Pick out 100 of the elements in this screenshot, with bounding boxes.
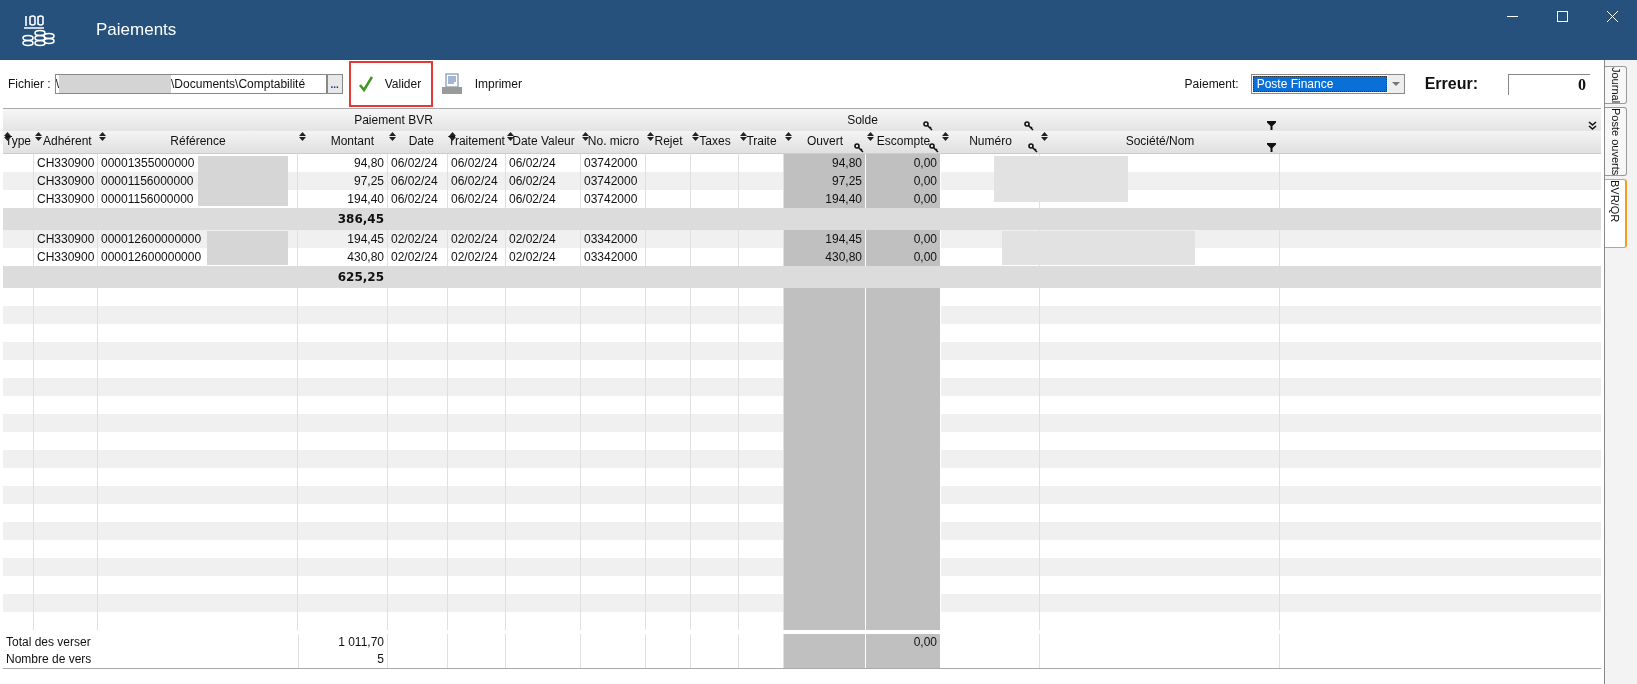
- printer-icon: [440, 73, 463, 95]
- key-icon: [929, 143, 939, 153]
- table-cell: 97,25: [784, 172, 866, 190]
- table-cell: 06/02/24: [451, 174, 498, 188]
- file-label: Fichier :: [8, 76, 51, 93]
- table-cell: 0,00: [866, 230, 941, 248]
- validate-button[interactable]: Valider: [348, 61, 433, 107]
- table-cell: 0,00: [866, 172, 941, 190]
- double-chevron-icon[interactable]: [1588, 121, 1597, 131]
- key-icon: [923, 121, 933, 131]
- table-cell: 000012600000000: [101, 250, 202, 264]
- table-cell: 0,00: [866, 248, 941, 266]
- filter-icon[interactable]: [1267, 121, 1276, 130]
- table-cell: CH330900: [37, 156, 95, 170]
- column-header[interactable]: Date: [388, 131, 448, 153]
- table-cell: 0,00: [866, 154, 941, 172]
- column-header[interactable]: No. micro: [581, 131, 646, 153]
- sort-icon[interactable]: [785, 132, 792, 141]
- sort-icon[interactable]: [35, 132, 42, 141]
- file-path-field[interactable]: \ \Documents\Comptabilité: [54, 74, 327, 94]
- column-header[interactable]: Taxes: [691, 131, 739, 153]
- window-title: Paiements: [96, 19, 177, 42]
- side-tab[interactable]: BVR/QR: [1605, 179, 1627, 248]
- table-cell: 194,45: [784, 230, 866, 248]
- table-cell: 06/02/24: [509, 174, 556, 188]
- side-tab[interactable]: Journal: [1605, 66, 1627, 105]
- key-icon: [1028, 143, 1038, 153]
- column-group-header: Solde: [847, 112, 878, 129]
- table-cell: 06/02/24: [391, 192, 438, 206]
- column-header[interactable]: Référence: [98, 131, 298, 153]
- side-tab[interactable]: Poste ouverts: [1605, 107, 1627, 177]
- table-cell: 03342000: [584, 250, 638, 264]
- sort-icon[interactable]: [507, 132, 514, 141]
- file-path-start: \: [55, 76, 60, 93]
- table-cell: 97,25: [353, 174, 384, 188]
- error-label: Erreur:: [1424, 74, 1478, 94]
- column-header[interactable]: Type: [3, 131, 34, 153]
- sort-icon[interactable]: [867, 132, 874, 141]
- close-icon: [1606, 10, 1618, 22]
- table-cell: 000012600000000: [101, 232, 202, 246]
- table-cell: 06/02/24: [391, 156, 438, 170]
- sort-icon[interactable]: [299, 132, 306, 141]
- maximize-icon: [1556, 10, 1568, 22]
- filter-icon[interactable]: [1267, 143, 1276, 152]
- column-header[interactable]: Traite: [739, 131, 784, 153]
- table-cell: CH330900: [37, 250, 95, 264]
- table-cell: 0,00: [866, 190, 941, 208]
- table-cell: 06/02/24: [451, 156, 498, 170]
- table-cell: 02/02/24: [391, 250, 438, 264]
- table-cell: 430,80: [347, 250, 384, 264]
- column-header[interactable]: Numéro: [941, 131, 1040, 153]
- column-header[interactable]: Société/Nom: [1040, 131, 1280, 153]
- sort-icon[interactable]: [647, 132, 654, 141]
- column-header[interactable]: Montant: [298, 131, 388, 153]
- key-icon: [854, 143, 864, 153]
- sort-icon[interactable]: [740, 132, 747, 141]
- table-cell: 00001156000000: [101, 174, 194, 188]
- table-cell: 94,80: [353, 156, 384, 170]
- payment-label: Paiement:: [1184, 76, 1239, 93]
- footer-label: Total des verser: [6, 635, 91, 649]
- table-cell: CH330900: [37, 232, 95, 246]
- file-path-end: \Documents\Comptabilité: [171, 76, 306, 93]
- column-header[interactable]: Escompte: [866, 131, 941, 153]
- table-cell: 194,45: [347, 232, 384, 246]
- table-cell: 00001355000000: [101, 156, 195, 170]
- column-header[interactable]: Date Valeur: [506, 131, 581, 153]
- table-cell: 06/02/24: [509, 192, 556, 206]
- print-button[interactable]: Imprimer: [440, 73, 523, 95]
- table-cell: 06/02/24: [451, 192, 498, 206]
- column-header[interactable]: Adhérent: [34, 131, 98, 153]
- sort-icon[interactable]: [99, 132, 106, 141]
- table-cell: 02/02/24: [451, 232, 498, 246]
- footer-value: 5: [377, 652, 384, 666]
- footer-value: 1 011,70: [338, 635, 384, 649]
- payment-dropdown[interactable]: Poste Finance: [1250, 74, 1405, 94]
- footer-label: Nombre de vers: [6, 652, 92, 666]
- column-header[interactable]: Ouvert: [784, 131, 866, 153]
- column-header[interactable]: Traitement: [448, 131, 506, 153]
- table-cell: 03742000: [584, 174, 638, 188]
- column-group-header: Paiement BVR: [354, 112, 433, 129]
- table-cell: 02/02/24: [391, 232, 438, 246]
- table-cell: 194,40: [347, 192, 384, 206]
- column-header[interactable]: Rejet: [646, 131, 691, 153]
- table-cell: CH330900: [37, 174, 95, 188]
- table-cell: 03742000: [584, 156, 638, 170]
- group-total: 625,25: [337, 269, 384, 286]
- table-cell: 194,40: [784, 190, 866, 208]
- coins-icon: [20, 12, 56, 48]
- table-cell: 03742000: [584, 192, 638, 206]
- sort-icon[interactable]: [942, 132, 949, 141]
- group-total: 386,45: [337, 211, 384, 228]
- sort-icon[interactable]: [389, 132, 396, 141]
- sort-icon[interactable]: [692, 132, 699, 141]
- key-icon: [1024, 121, 1034, 131]
- checkmark-icon: [358, 76, 373, 92]
- sort-icon[interactable]: [582, 132, 589, 141]
- table-cell: 430,80: [784, 248, 866, 266]
- error-count-field: 0: [1508, 73, 1590, 95]
- sort-icon[interactable]: [1041, 132, 1048, 141]
- minimize-icon: [1506, 15, 1518, 17]
